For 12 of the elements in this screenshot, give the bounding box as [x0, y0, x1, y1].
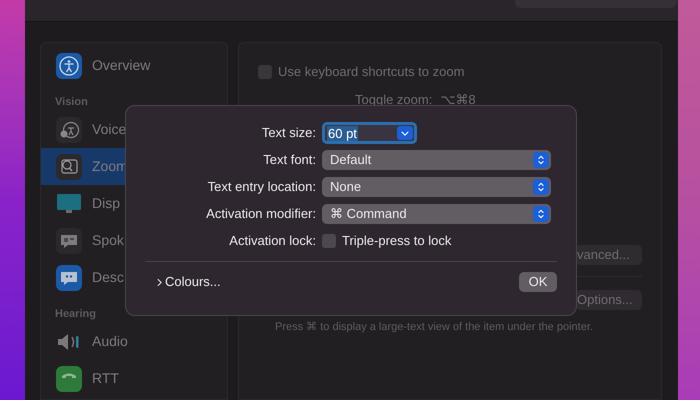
field-label: Text size: — [260, 124, 317, 142]
field-label: Text entry location: — [206, 178, 317, 196]
checkbox-label: Use keyboard shortcuts to zoom — [278, 63, 464, 81]
field-label: Activation modifier: — [205, 205, 317, 224]
field-label: Text font: — [262, 151, 317, 170]
section-heading: Hearing — [54, 307, 97, 322]
field-value: 60 pt — [327, 126, 358, 140]
section-heading: Vision — [54, 95, 89, 110]
shortcut-keys: ⌥⌘8 — [440, 90, 476, 109]
field-label: Activation lock: — [228, 232, 317, 250]
checkbox-label: Triple-press to lock — [342, 232, 452, 250]
hint-text: Press ⌘ to display a large-text view of the item under the pointer. — [275, 320, 594, 335]
